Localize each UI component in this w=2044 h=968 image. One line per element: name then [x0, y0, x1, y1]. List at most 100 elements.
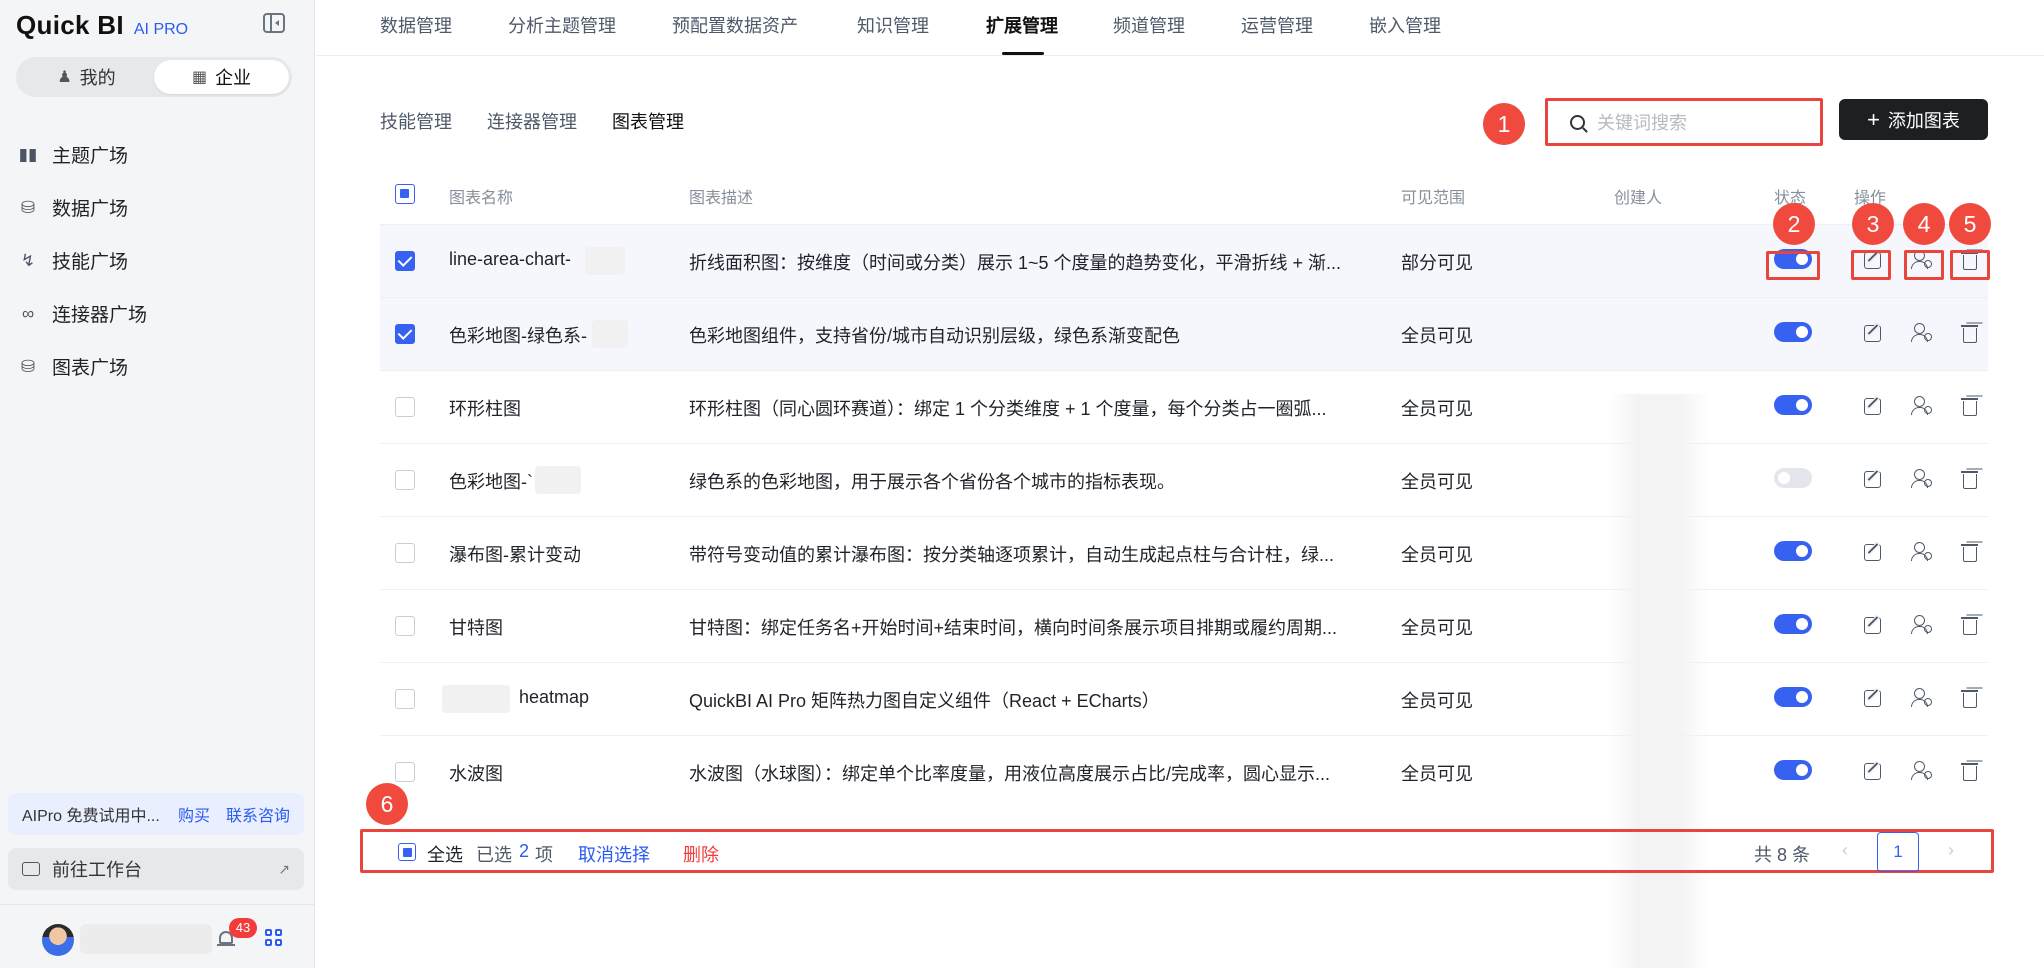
chart-name[interactable]: heatmap	[519, 687, 589, 708]
table-row[interactable]: 甘特图 甘特图：绑定任务名+开始时间+结束时间，横向时间条展示项目排期或履约周期…	[380, 589, 1988, 662]
callout-1: 1	[1483, 103, 1525, 145]
prev-page-icon[interactable]: ‹	[1842, 840, 1848, 861]
status-toggle[interactable]	[1774, 468, 1812, 488]
permission-icon[interactable]	[1910, 539, 1934, 563]
goto-workbench-label: 前往工作台	[52, 860, 142, 880]
select-all-checkbox[interactable]	[398, 843, 416, 861]
edit-icon[interactable]	[1864, 617, 1881, 634]
delete-icon[interactable]	[1958, 393, 1982, 417]
delete-icon[interactable]	[1958, 612, 1982, 636]
collapse-sidebar-icon[interactable]	[263, 13, 285, 33]
chart-description: 折线面积图：按维度（时间或分类）展示 1~5 个度量的趋势变化，平滑折线 + 渐…	[689, 253, 1342, 273]
col-creator: 创建人	[1614, 190, 1663, 207]
chart-description: 水波图（水球图）：绑定单个比率度量，用液位高度展示占比/完成率，圆心显示...	[689, 764, 1331, 784]
edit-icon[interactable]	[1864, 544, 1881, 561]
select-all-label[interactable]: 全选	[427, 841, 463, 867]
edit-icon[interactable]	[1864, 398, 1881, 415]
delete-icon[interactable]	[1958, 758, 1982, 782]
edit-icon[interactable]	[1864, 763, 1881, 780]
brand-logo[interactable]: Quick BI AI PRO	[16, 10, 188, 40]
tab-channel-management[interactable]: 频道管理	[1113, 12, 1185, 38]
status-toggle[interactable]	[1774, 760, 1812, 780]
row-checkbox[interactable]	[395, 543, 415, 563]
chart-name[interactable]: 环形柱图	[449, 395, 521, 421]
table-row[interactable]: 色彩地图-绿色系- 色彩地图组件，支持省份/城市自动识别层级，绿色系渐变配色 全…	[380, 297, 1988, 370]
delete-icon[interactable]	[1958, 539, 1982, 563]
subtab-connector-management[interactable]: 连接器管理	[487, 108, 577, 134]
search-input[interactable]: 关键词搜索	[1545, 98, 1823, 146]
add-chart-button[interactable]: + 添加图表	[1839, 99, 1988, 140]
chart-name[interactable]: 甘特图	[449, 614, 503, 640]
avatar[interactable]	[42, 924, 74, 956]
edit-icon[interactable]	[1864, 325, 1881, 342]
goto-workbench-button[interactable]: 前往工作台 ↗	[8, 848, 304, 890]
delete-icon[interactable]	[1958, 685, 1982, 709]
subtab-chart-management[interactable]: 图表管理	[612, 108, 684, 134]
permission-icon[interactable]	[1910, 320, 1934, 344]
sidebar-item-chart-plaza[interactable]: ⛁ 图表广场	[0, 340, 315, 393]
sidebar-item-skill-plaza[interactable]: ↯ 技能广场	[0, 234, 315, 287]
apps-icon[interactable]	[265, 929, 285, 949]
chart-name[interactable]: 色彩地图-绿色系-	[449, 322, 587, 348]
delete-icon[interactable]	[1958, 320, 1982, 344]
tab-embed-management[interactable]: 嵌入管理	[1369, 12, 1441, 38]
cancel-selection-link[interactable]: 取消选择	[578, 841, 650, 867]
row-checkbox[interactable]	[395, 762, 415, 782]
tab-data-management[interactable]: 数据管理	[380, 12, 452, 38]
external-arrow-icon: ↗	[278, 860, 290, 877]
scope-enterprise-label: 企业	[215, 68, 252, 88]
row-checkbox[interactable]	[395, 397, 415, 417]
page-1-button[interactable]: 1	[1877, 832, 1919, 872]
tab-preconfigured-assets[interactable]: 预配置数据资产	[672, 12, 798, 38]
tab-operations-management[interactable]: 运营管理	[1241, 12, 1313, 38]
table-row[interactable]: heatmap QuickBI AI Pro 矩阵热力图自定义组件（React …	[380, 662, 1988, 735]
next-page-icon[interactable]: ›	[1948, 840, 1954, 861]
chart-name[interactable]: 色彩地图-`	[449, 468, 533, 494]
table-row[interactable]: 水波图 水波图（水球图）：绑定单个比率度量，用液位高度展示占比/完成率，圆心显示…	[380, 735, 1988, 808]
scope-mine-label: 我的	[79, 68, 116, 88]
status-toggle[interactable]	[1774, 541, 1812, 561]
sidebar-nav: ▮▮ 主题广场 ⛁ 数据广场 ↯ 技能广场 ∞ 连接器广场 ⛁ 图表广场	[0, 128, 315, 393]
chart-name[interactable]: 水波图	[449, 760, 503, 786]
table-row[interactable]: line-area-chart- 折线面积图：按维度（时间或分类）展示 1~5 …	[380, 224, 1988, 297]
chart-description: 甘特图：绑定任务名+开始时间+结束时间，横向时间条展示项目排期或履约周期...	[689, 618, 1338, 638]
edit-icon[interactable]	[1864, 471, 1881, 488]
tab-knowledge-management[interactable]: 知识管理	[857, 12, 929, 38]
status-toggle[interactable]	[1774, 395, 1812, 415]
permission-icon[interactable]	[1910, 393, 1934, 417]
sidebar-item-connector-plaza[interactable]: ∞ 连接器广场	[0, 287, 315, 340]
row-checkbox[interactable]	[395, 324, 415, 344]
sidebar-item-topic-plaza[interactable]: ▮▮ 主题广场	[0, 128, 315, 181]
subtab-skill-management[interactable]: 技能管理	[380, 108, 452, 134]
bulk-delete-link[interactable]: 删除	[683, 841, 719, 867]
sidebar-item-data-plaza[interactable]: ⛁ 数据广场	[0, 181, 315, 234]
permission-icon[interactable]	[1910, 466, 1934, 490]
callout-6: 6	[366, 783, 408, 825]
scope-enterprise-tab[interactable]: ▦ 企业	[154, 60, 289, 94]
status-toggle[interactable]	[1774, 322, 1812, 342]
permission-icon[interactable]	[1910, 758, 1934, 782]
delete-icon[interactable]	[1958, 466, 1982, 490]
edit-icon[interactable]	[1864, 690, 1881, 707]
table-row[interactable]: 环形柱图 环形柱图（同心圆环赛道）：绑定 1 个分类维度 + 1 个度量，每个分…	[380, 370, 1988, 443]
tab-extension-management[interactable]: 扩展管理	[986, 12, 1058, 38]
tab-topic-management[interactable]: 分析主题管理	[508, 12, 616, 38]
row-checkbox[interactable]	[395, 470, 415, 490]
creator-column-redacted	[1609, 394, 1709, 968]
contact-link[interactable]: 联系咨询	[226, 802, 290, 826]
header-select-all-checkbox[interactable]	[395, 184, 415, 204]
row-checkbox[interactable]	[395, 689, 415, 709]
table-row[interactable]: 瀑布图-累计变动 带符号变动值的累计瀑布图：按分类轴逐项累计，自动生成起点柱与合…	[380, 516, 1988, 589]
permission-icon[interactable]	[1910, 612, 1934, 636]
buy-link[interactable]: 购买	[178, 802, 210, 826]
status-toggle[interactable]	[1774, 614, 1812, 634]
chart-name[interactable]: line-area-chart-	[449, 249, 571, 270]
chart-name[interactable]: 瀑布图-累计变动	[449, 541, 581, 567]
permission-icon[interactable]	[1910, 685, 1934, 709]
row-checkbox[interactable]	[395, 616, 415, 636]
row-checkbox[interactable]	[395, 251, 415, 271]
status-toggle[interactable]	[1774, 687, 1812, 707]
table-row[interactable]: 色彩地图-` 绿色系的色彩地图，用于展示各个省份各个城市的指标表现。 全员可见	[380, 443, 1988, 516]
name-redacted	[535, 466, 581, 494]
scope-mine-tab[interactable]: ♟ 我的	[19, 60, 154, 94]
